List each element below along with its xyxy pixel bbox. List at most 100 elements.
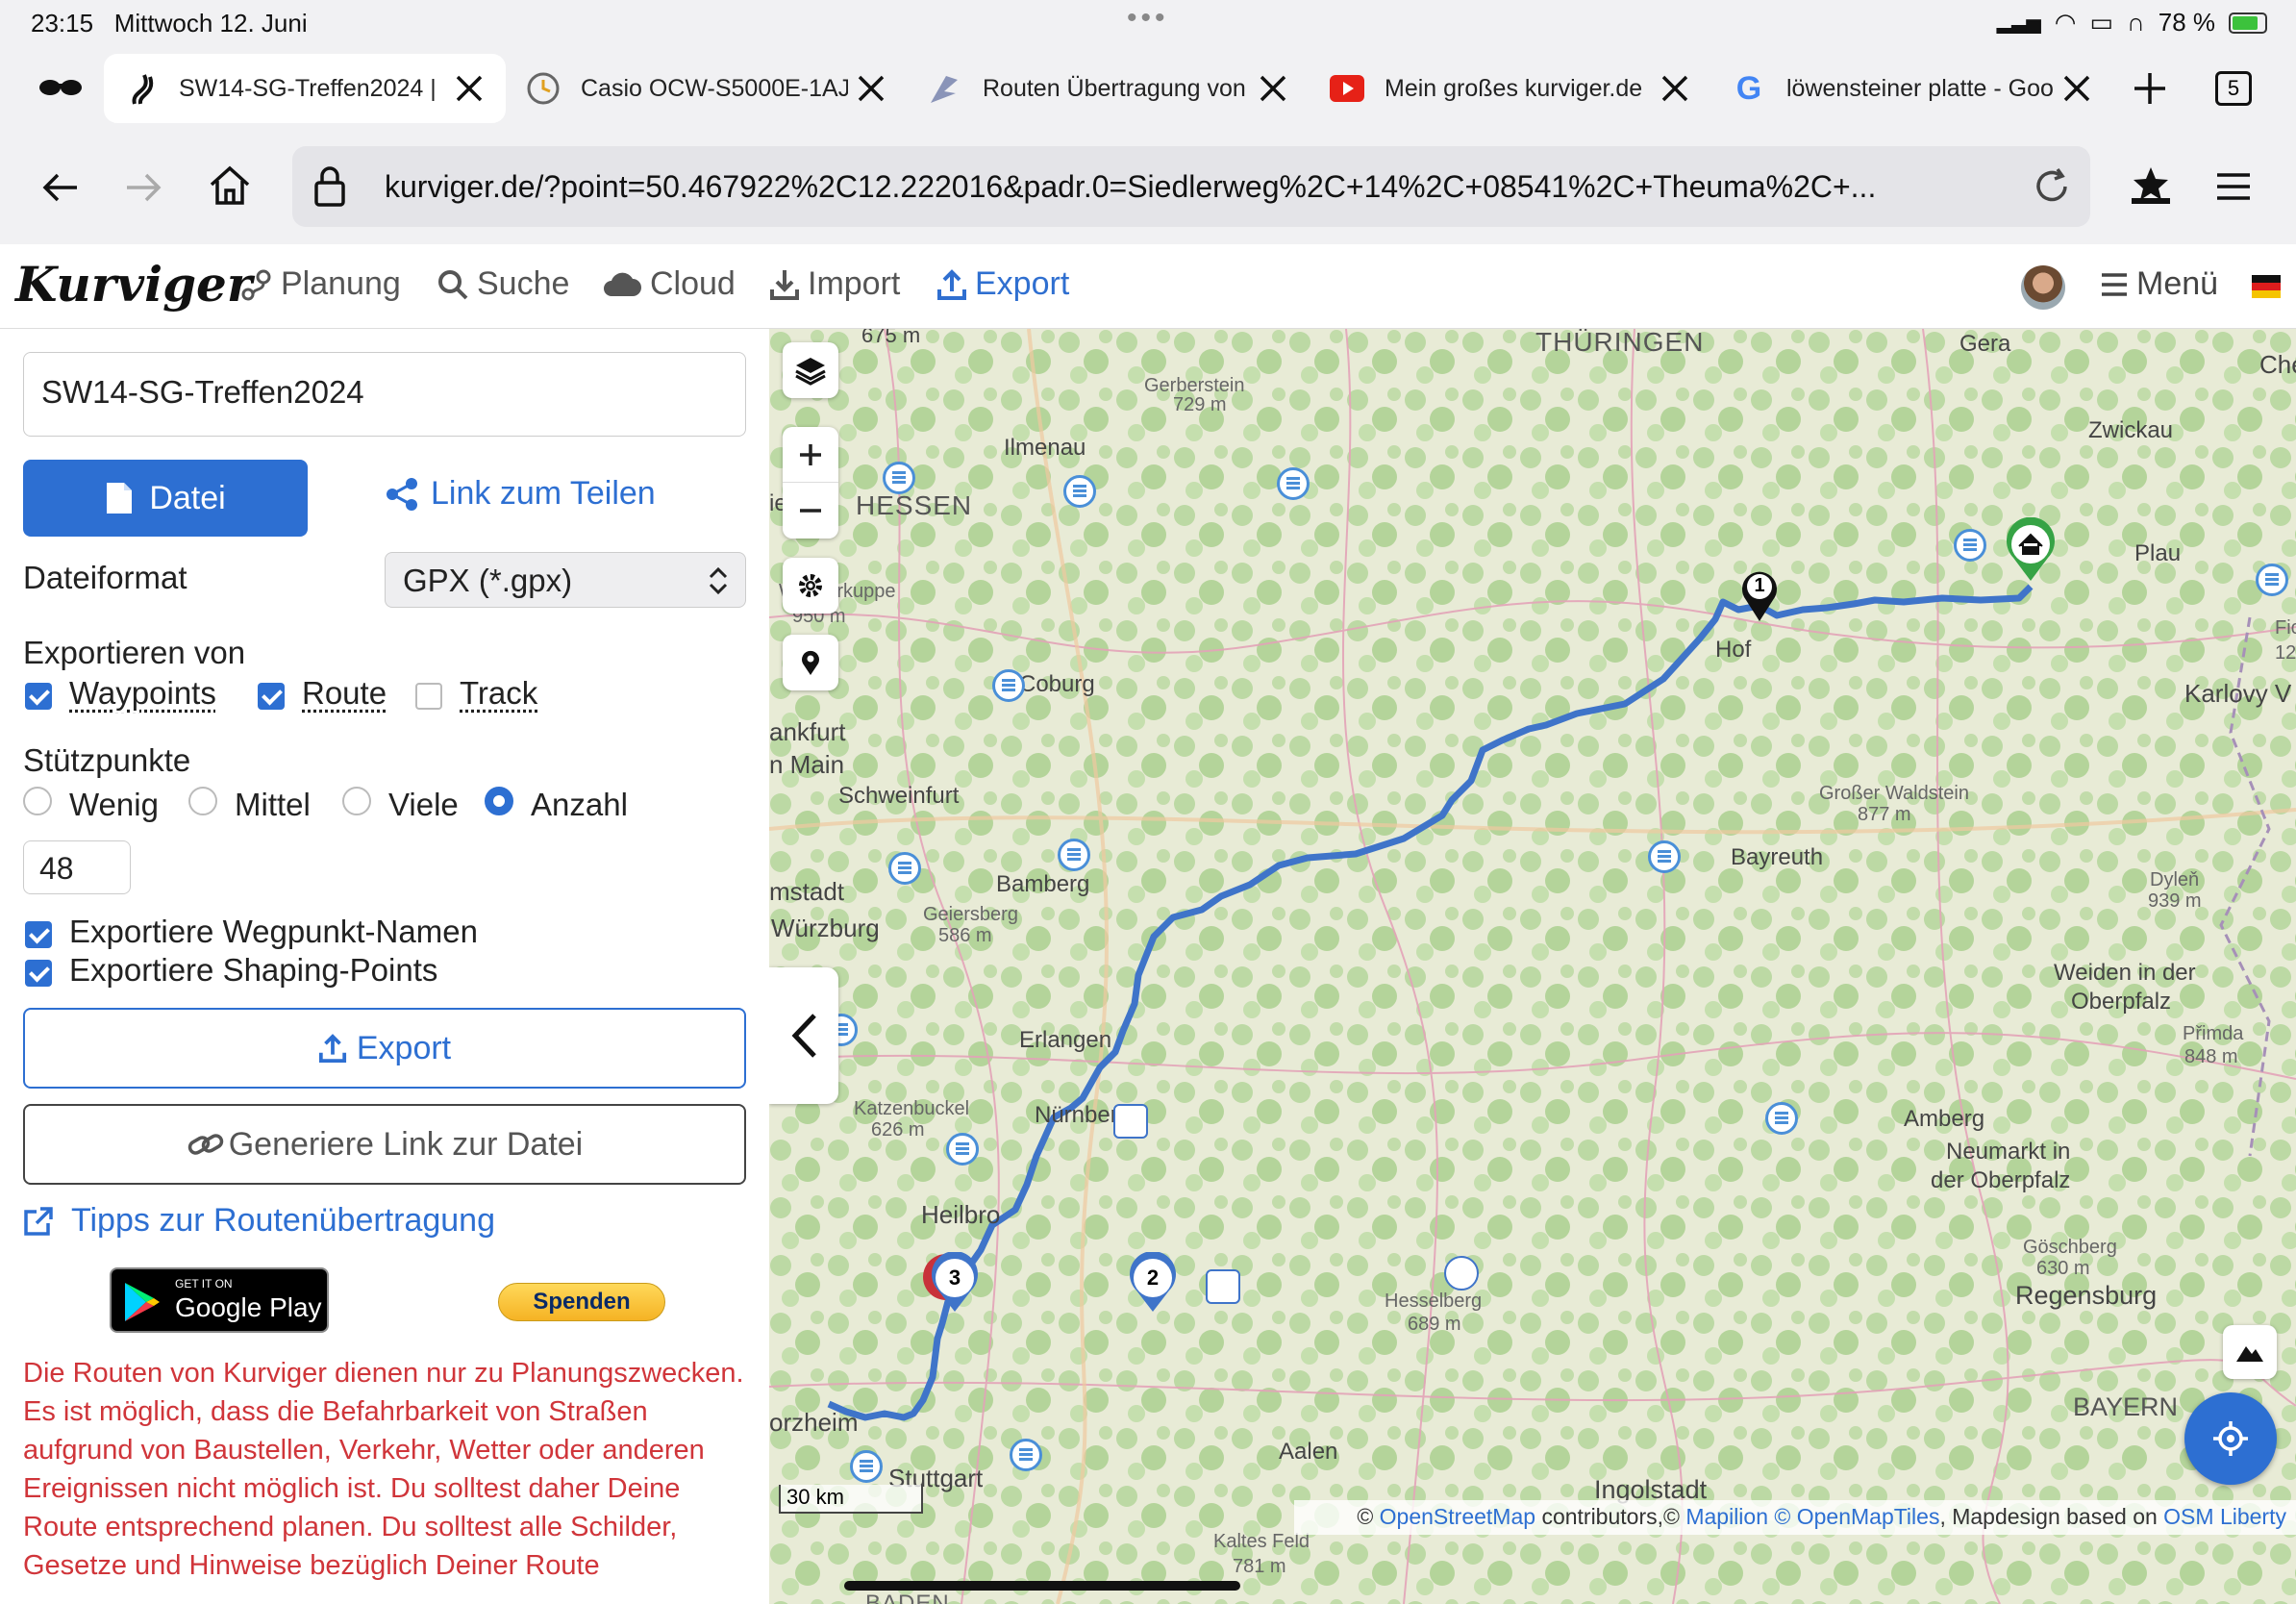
map-label: Plau: [2134, 540, 2182, 566]
export-button[interactable]: Export: [23, 1008, 746, 1089]
elevation-button[interactable]: [2223, 1325, 2277, 1379]
hotel-icon[interactable]: [1113, 1104, 1148, 1139]
poi-marker[interactable]: [1058, 839, 1090, 871]
home-marker[interactable]: [2004, 516, 2058, 583]
tab-count-button[interactable]: 5: [2215, 71, 2252, 106]
osm-link[interactable]: OpenStreetMap: [1380, 1504, 1535, 1529]
map-label: orzheim: [769, 1408, 859, 1437]
radio-viele[interactable]: [342, 787, 371, 815]
new-tab-icon[interactable]: [2131, 69, 2169, 108]
generate-link-button[interactable]: Generiere Link zur Datei: [23, 1104, 746, 1185]
poi-marker[interactable]: [1010, 1439, 1042, 1471]
group-icon[interactable]: [1444, 1256, 1479, 1291]
google-play-badge[interactable]: GET IT ON Google Play: [110, 1267, 329, 1333]
poi-marker[interactable]: [2256, 564, 2288, 596]
reload-icon[interactable]: [2031, 165, 2073, 208]
wifi-icon: ◠: [2054, 8, 2077, 37]
map-label: Zwickau: [2088, 417, 2174, 443]
openmaptiles-link[interactable]: © OpenMapTiles: [1774, 1504, 1939, 1529]
multitask-dots[interactable]: •••: [1127, 2, 1169, 35]
layers-button[interactable]: [783, 342, 838, 398]
export-from-label: Exportieren von: [23, 635, 246, 670]
poi-marker[interactable]: [946, 1133, 979, 1165]
zoom-out-button[interactable]: [783, 483, 838, 539]
signal-icon: ▂▃▅: [1996, 13, 2041, 34]
close-tab-icon[interactable]: [1656, 69, 1694, 108]
hamburger-icon[interactable]: [2215, 171, 2252, 202]
private-mode-icon[interactable]: [38, 71, 83, 104]
checkbox-waypoint-names[interactable]: [25, 921, 52, 948]
poi-marker[interactable]: [992, 669, 1025, 702]
home-icon[interactable]: [208, 163, 252, 208]
close-tab-icon[interactable]: [450, 69, 488, 108]
datei-button[interactable]: Datei: [23, 460, 308, 537]
map-label: 939 m: [2148, 890, 2202, 912]
format-select[interactable]: GPX (*.gpx): [385, 552, 746, 608]
poi-marker[interactable]: [1277, 467, 1310, 500]
poi-marker[interactable]: [1648, 840, 1681, 873]
tips-link[interactable]: Tipps zur Routenübertragung: [23, 1202, 495, 1240]
track-label[interactable]: Track: [460, 675, 537, 712]
poi-marker[interactable]: [1765, 1102, 1798, 1135]
waypoint-marker-2[interactable]: 2: [1127, 1251, 1179, 1314]
waypoint-marker-3[interactable]: 3: [923, 1251, 981, 1314]
tab-sw14[interactable]: SW14-SG-Treffen2024 |: [104, 54, 506, 123]
poi-marker[interactable]: [888, 852, 921, 885]
address-bar[interactable]: kurviger.de/?point=50.467922%2C12.222016…: [292, 146, 2090, 227]
avatar[interactable]: [2021, 265, 2065, 310]
donate-button[interactable]: Spenden: [498, 1283, 665, 1321]
hotel-icon[interactable]: [1206, 1269, 1240, 1304]
pin-button[interactable]: [783, 635, 838, 690]
tab-youtube[interactable]: Mein großes kurviger.de: [1310, 54, 1711, 123]
nav-export[interactable]: Export: [936, 265, 1069, 303]
waypoint-marker-1[interactable]: 1: [1738, 567, 1781, 623]
back-icon[interactable]: [40, 167, 81, 208]
poi-marker[interactable]: [1063, 475, 1096, 508]
menu-button[interactable]: Menü: [2100, 265, 2218, 303]
youtube-icon: [1329, 70, 1365, 107]
nav-import[interactable]: Import: [769, 265, 900, 303]
external-link-icon: [24, 1206, 53, 1236]
map-settings-button[interactable]: [783, 558, 838, 614]
german-flag-icon[interactable]: [2252, 275, 2281, 298]
route-name-input[interactable]: SW14-SG-Treffen2024: [23, 352, 746, 437]
map-label: der Oberpfalz: [1931, 1167, 2071, 1193]
nav-cloud[interactable]: Cloud: [602, 265, 736, 303]
radio-anzahl[interactable]: [485, 787, 513, 815]
close-tab-icon[interactable]: [852, 69, 890, 108]
checkbox-route[interactable]: [258, 683, 285, 710]
poi-marker[interactable]: [883, 462, 915, 494]
battery-icon: [2229, 12, 2267, 34]
share-link[interactable]: Link zum Teilen: [385, 475, 656, 513]
close-tab-icon[interactable]: [2058, 69, 2096, 108]
poi-marker[interactable]: [850, 1450, 883, 1483]
waypoints-label[interactable]: Waypoints: [69, 675, 216, 712]
forward-icon[interactable]: [123, 167, 163, 208]
tab-routen[interactable]: Routen Übertragung von: [908, 54, 1310, 123]
checkbox-shaping-points[interactable]: [25, 960, 52, 987]
osm-liberty-link[interactable]: OSM Liberty: [2163, 1504, 2286, 1529]
nav-planung[interactable]: Planung: [240, 265, 401, 303]
planning-icon: [241, 269, 271, 300]
map-label: Schweinfurt: [838, 783, 960, 809]
radio-mittel[interactable]: [188, 787, 217, 815]
close-tab-icon[interactable]: [1254, 69, 1292, 108]
checkbox-track[interactable]: [415, 683, 442, 710]
mapilion-link[interactable]: Mapilion: [1685, 1504, 1768, 1529]
map-view[interactable]: 675 m rg ie THÜRINGEN Gera Chemn Gerbers…: [769, 329, 2296, 1604]
bookmark-star-icon[interactable]: [2129, 165, 2173, 210]
kurviger-logo[interactable]: Kurviger: [15, 256, 252, 313]
poi-marker[interactable]: [1954, 529, 1986, 562]
tab-google[interactable]: G löwensteiner platte - Goo: [1711, 54, 2113, 123]
collapse-panel-button[interactable]: [769, 967, 838, 1104]
checkbox-waypoints[interactable]: [25, 683, 52, 710]
tab-casio[interactable]: Casio OCW-S5000E-1AJ: [506, 54, 908, 123]
radio-wenig[interactable]: [23, 787, 52, 815]
route-label[interactable]: Route: [302, 675, 387, 712]
locate-button[interactable]: [2184, 1392, 2277, 1485]
map-label: 689 m: [1408, 1314, 1461, 1335]
count-input[interactable]: 48: [23, 840, 131, 894]
zoom-in-button[interactable]: [783, 427, 838, 483]
share-link-label: Link zum Teilen: [431, 475, 656, 512]
nav-suche[interactable]: Suche: [437, 265, 569, 303]
